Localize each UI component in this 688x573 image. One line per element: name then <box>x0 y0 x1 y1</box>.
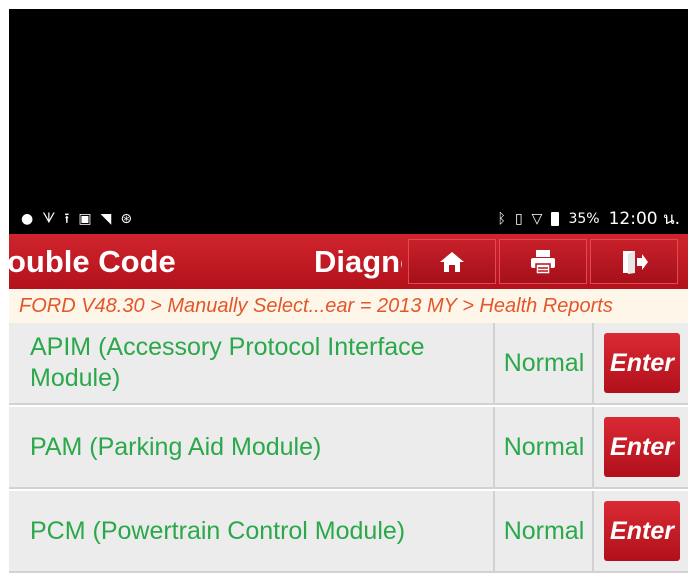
column-divider <box>493 407 495 487</box>
enter-button[interactable]: Enter <box>604 417 680 477</box>
module-name: PCM (Powertrain Control Module) <box>30 516 406 545</box>
column-divider <box>592 491 594 571</box>
module-name: PAM (Parking Aid Module) <box>30 432 322 461</box>
module-status: Normal <box>503 516 585 545</box>
wifi-icon: ◥ <box>100 210 112 227</box>
enter-button[interactable]: Enter <box>604 333 680 393</box>
vibrate-icon: ▯ <box>514 210 523 227</box>
chat-icon: ● <box>21 210 34 227</box>
column-divider <box>493 323 495 403</box>
column-divider <box>592 407 594 487</box>
signal-icon: ▽ <box>531 210 543 227</box>
home-button[interactable] <box>408 239 496 284</box>
table-row: PCM (Powertrain Control Module) Normal Ent… <box>9 491 688 573</box>
stethoscope-icon: ᗐ <box>42 210 56 227</box>
page-title: ouble Code <box>9 244 176 279</box>
module-status: Normal <box>503 432 585 461</box>
breadcrumb: FORD V48.30 > Manually Select...ear = 20… <box>9 289 688 323</box>
bluetooth-circle-icon: ⊛ <box>120 210 133 227</box>
exit-button[interactable] <box>590 239 678 284</box>
status-bar: ● ᗐ ⭱ ▣ ◥ ⊛ ᛒ ▯ ▽ 35% 12:00 น. <box>9 203 688 234</box>
battery-icon <box>551 211 560 226</box>
upload-icon: ⭱ <box>64 210 70 227</box>
column-divider <box>493 491 495 571</box>
column-divider <box>592 323 594 403</box>
module-name: APIM (Accessory Protocol Interface Modul… <box>30 333 425 392</box>
module-status: Normal <box>503 348 585 377</box>
app-header: ouble Code Diagnose <box>9 234 688 289</box>
printer-icon <box>531 249 555 275</box>
battery-level: 35% <box>568 210 600 227</box>
clock: 12:00 น. <box>608 209 680 229</box>
table-row: PAM (Parking Aid Module) Normal Enter <box>9 407 688 489</box>
enter-button[interactable]: Enter <box>604 501 680 561</box>
screen-black-area <box>9 9 688 234</box>
image-icon: ▣ <box>78 210 92 227</box>
exit-icon <box>623 250 648 274</box>
bluetooth-icon: ᛒ <box>497 210 506 227</box>
home-icon <box>440 251 464 272</box>
print-button[interactable] <box>499 239 587 284</box>
table-row: APIM (Accessory Protocol Interface Modul… <box>9 323 688 405</box>
page-subtitle: Diagnose <box>314 244 402 279</box>
